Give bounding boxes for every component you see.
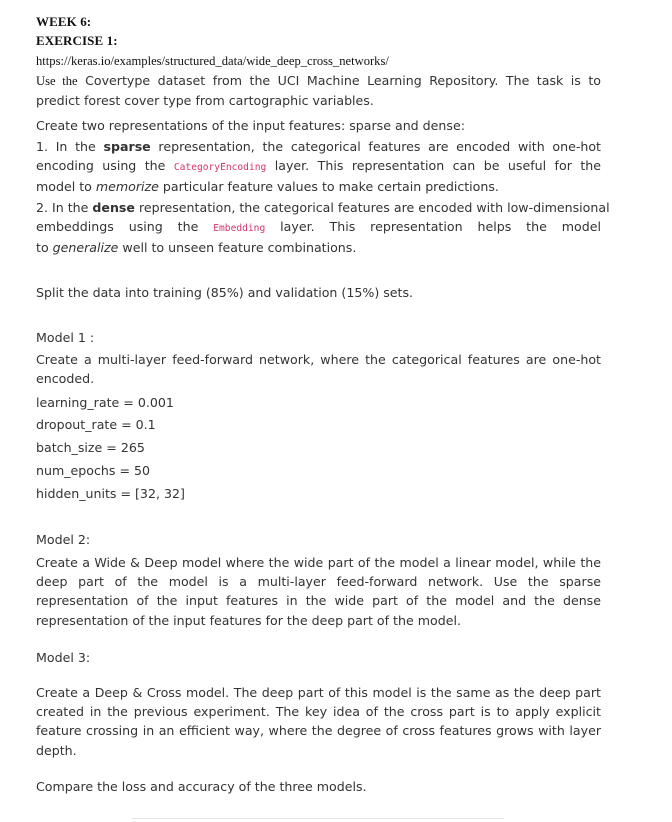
representations-intro: Create two representations of the input … <box>36 118 465 133</box>
model2-title: Model 2: <box>36 532 91 547</box>
compare-instruction: Compare the loss and accuracy of the thr… <box>36 779 367 794</box>
bottom-divider <box>132 818 504 819</box>
model1-param: batch_size = 265 <box>36 440 145 455</box>
sparse-paragraph: 1. In the sparse representation, the cat… <box>36 139 601 195</box>
model1-param: num_epochs = 50 <box>36 463 151 478</box>
model3-description: Create a Deep & Cross model. The deep pa… <box>36 685 601 758</box>
reference-url: https://keras.io/examples/structured_dat… <box>36 54 389 68</box>
category-encoding-code: CategoryEncoding <box>173 162 267 174</box>
model3-title: Model 3: <box>36 650 91 665</box>
model1-title: Model 1 : <box>36 330 95 345</box>
intro-paragraph: Use the Covertype dataset from the UCI M… <box>36 71 601 110</box>
model1-description: Create a multi-layer feed-forward networ… <box>36 352 601 387</box>
model2-description: Create a Wide & Deep model where the wid… <box>36 555 601 628</box>
embedding-code: Embedding <box>213 223 266 235</box>
model1-param: hidden_units = [32, 32] <box>36 486 185 501</box>
week-heading: WEEK 6: <box>36 14 92 29</box>
intro-line-1: Use the Covertype dataset from the UCI M… <box>36 73 601 88</box>
model1-param: dropout_rate = 0.1 <box>36 417 156 432</box>
intro-line-2: predict forest cover type from cartograp… <box>36 93 374 109</box>
dense-paragraph: 2. In the dense representation, the cate… <box>36 200 610 256</box>
model1-param: learning_rate = 0.001 <box>36 395 174 410</box>
split-instruction: Split the data into training (85%) and v… <box>36 285 414 300</box>
exercise-heading: EXERCISE 1: <box>36 33 118 48</box>
